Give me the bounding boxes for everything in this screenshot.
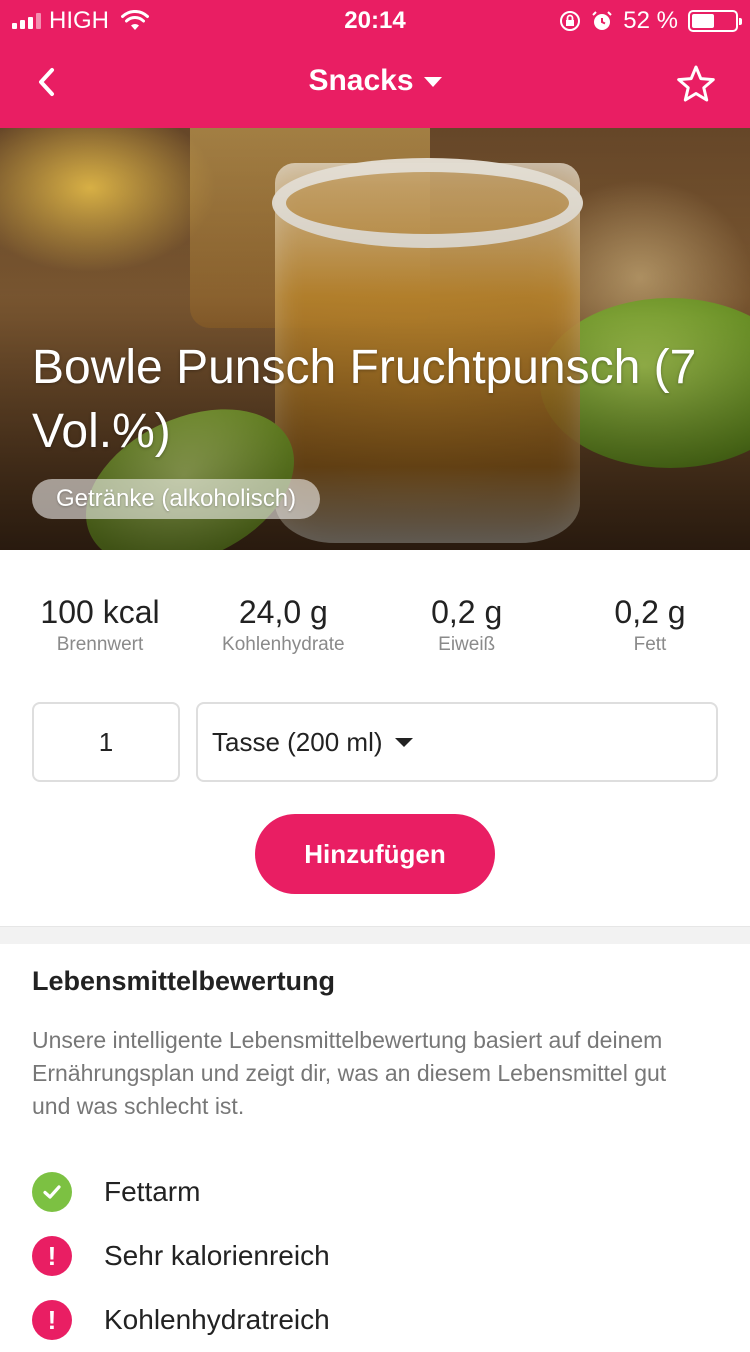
rating-label: Fettarm: [104, 1176, 201, 1207]
rating-item: ! Kohlenhydratreich: [32, 1288, 722, 1352]
battery-percent: 52 %: [623, 7, 678, 34]
food-title: Bowle Punsch Fruchtpunsch (7 Vol.%): [32, 341, 697, 458]
nutrition-summary: 100 kcal Brennwert 24,0 g Kohlenhydrate …: [10, 592, 740, 656]
caret-down-icon: [394, 737, 413, 747]
rotation-lock-icon: [560, 11, 581, 31]
rating-label: Kohlenhydratreich: [104, 1304, 330, 1335]
rating-item: Fettarm: [32, 1160, 722, 1224]
nutrient-carbs: 24,0 g Kohlenhydrate: [193, 592, 373, 656]
navigation-bar: Snacks: [0, 40, 750, 128]
alert-circle-icon: !: [32, 1236, 72, 1276]
caret-down-icon: [423, 77, 442, 87]
nutrient-value: 0,2 g: [614, 594, 686, 630]
rating-label: Sehr kalorienreich: [104, 1240, 330, 1271]
hero-image: Bowle Punsch Fruchtpunsch (7 Vol.%) Getr…: [0, 128, 750, 550]
rating-item: ! Sehr kalorienreich: [32, 1224, 722, 1288]
unit-value: Tasse (200 ml): [212, 726, 383, 757]
category-badge: Getränke (alkoholisch): [32, 479, 321, 519]
nutrient-label: Eiweiß: [438, 634, 496, 655]
nutrient-value: 100 kcal: [40, 594, 160, 630]
unit-select[interactable]: Tasse (200 ml): [196, 702, 718, 782]
battery-icon: [688, 10, 742, 32]
nutrient-value: 0,2 g: [431, 594, 503, 630]
rating-list: Fettarm ! Sehr kalorienreich ! Kohlenhyd…: [32, 1160, 722, 1352]
rating-description: Unsere intelligente Lebensmittelbewertun…: [32, 1027, 667, 1119]
nutrient-value: 24,0 g: [238, 594, 328, 630]
nav-title: Snacks: [308, 64, 414, 97]
nutrient-protein: 0,2 g Eiweiß: [377, 592, 557, 656]
nutrient-label: Kohlenhydrate: [222, 634, 345, 655]
nutrient-label: Brennwert: [56, 634, 144, 655]
status-bar: HIGH 20:14 52 %: [0, 0, 750, 40]
section-divider: [0, 926, 750, 944]
battery-fill: [692, 14, 714, 28]
nutrient-fat: 0,2 g Fett: [560, 592, 740, 656]
quantity-input[interactable]: 1: [32, 702, 180, 782]
favorite-button[interactable]: [674, 62, 718, 106]
add-button[interactable]: Hinzufügen: [255, 814, 495, 894]
check-circle-icon: [32, 1172, 72, 1212]
status-right: 52 %: [559, 7, 742, 35]
alarm-icon: [592, 11, 613, 30]
quantity-value: 1: [98, 726, 114, 757]
meal-selector[interactable]: Snacks: [0, 64, 750, 98]
nutrient-energy: 100 kcal Brennwert: [10, 592, 190, 656]
star-outline-icon: [677, 65, 715, 102]
nutrient-label: Fett: [633, 634, 667, 655]
alert-circle-icon: !: [32, 1300, 72, 1340]
rating-title: Lebensmittelbewertung: [32, 966, 336, 996]
